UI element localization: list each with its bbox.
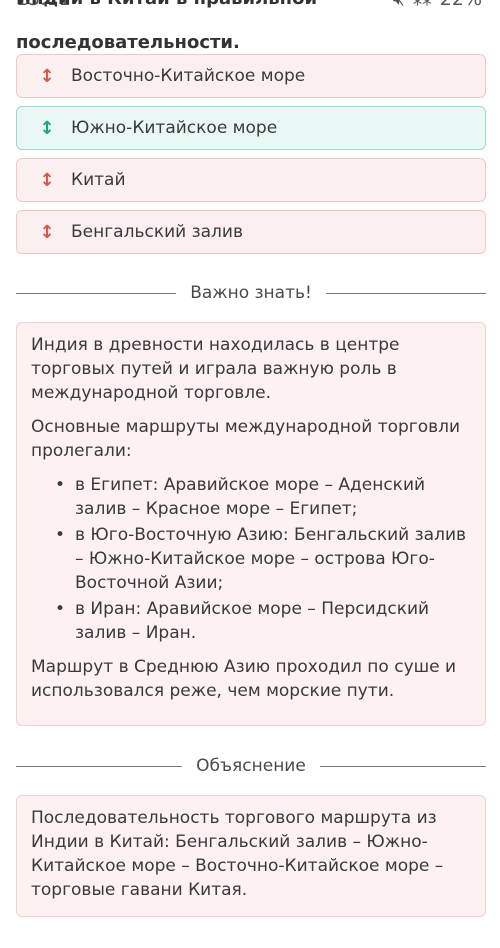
mute-icon: 🔇︎ xyxy=(393,0,405,10)
question-title-line1: Индии в Китай в правильной xyxy=(16,0,317,11)
drag-item-east-china-sea[interactable]: ↕ Восточно-Китайское море xyxy=(16,54,486,98)
updown-arrow-icon: ↕ xyxy=(39,169,55,191)
drag-list: ↕ Восточно-Китайское море ↕ Южно-Китайск… xyxy=(16,54,486,262)
signal-icon: ⁂ xyxy=(413,0,432,10)
battery-level: 22% xyxy=(440,0,482,10)
updown-arrow-icon: ↕ xyxy=(39,117,55,139)
question-title-line2: последовательности. xyxy=(16,32,240,53)
important-paragraph-2: Основные маршруты международной торговли… xyxy=(31,417,461,461)
important-paragraph-1: Индия в древности находилась в центре то… xyxy=(31,335,400,403)
drag-item-bay-of-bengal[interactable]: ↕ Бенгальский залив xyxy=(16,210,486,254)
explanation-box: Последовательность торгового маршрута из… xyxy=(16,795,486,917)
drag-item-label: Южно-Китайское море xyxy=(71,118,278,138)
drag-item-label: Бенгальский залив xyxy=(71,222,243,242)
drag-item-label: Восточно-Китайское море xyxy=(71,66,306,86)
list-item: в Юго-Восточную Азию: Бенгальский залив … xyxy=(31,523,471,595)
drag-item-south-china-sea[interactable]: ↕ Южно-Китайское море xyxy=(16,106,486,150)
list-item: в Египет: Аравийское море – Аденский зал… xyxy=(31,473,471,521)
explanation-heading: Объяснение xyxy=(196,756,306,776)
important-box: Индия в древности находилась в центре то… xyxy=(16,322,486,726)
updown-arrow-icon: ↕ xyxy=(39,65,55,87)
status-icons: 🔇︎ ⁂ 22% xyxy=(393,0,482,10)
important-heading: Важно знать! xyxy=(190,283,312,303)
list-item: в Иран: Аравийское море – Персидский зал… xyxy=(31,597,471,645)
routes-list: в Египет: Аравийское море – Аденский зал… xyxy=(31,473,471,645)
updown-arrow-icon: ↕ xyxy=(39,221,55,243)
drag-item-china[interactable]: ↕ Китай xyxy=(16,158,486,202)
important-paragraph-3: Маршрут в Среднюю Азию проходил по суше … xyxy=(31,657,457,701)
explanation-divider: Объяснение xyxy=(16,754,486,778)
important-divider: Важно знать! xyxy=(16,281,486,305)
explanation-text: Последовательность торгового маршрута из… xyxy=(31,808,444,900)
drag-item-label: Китай xyxy=(71,170,126,190)
